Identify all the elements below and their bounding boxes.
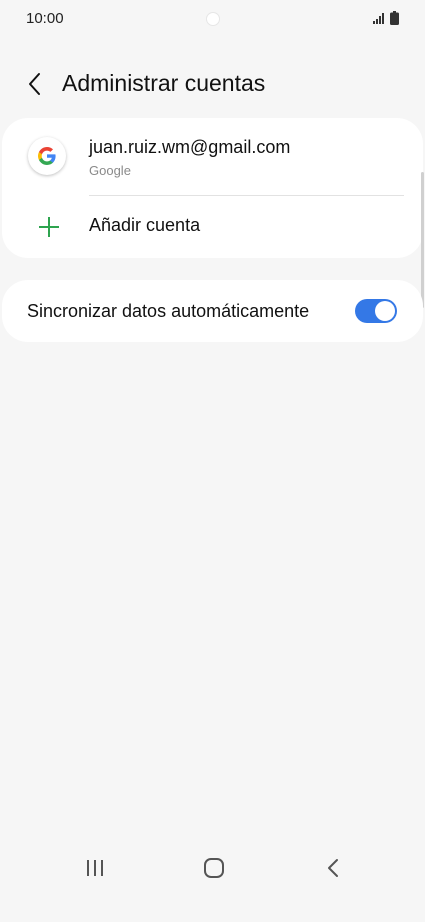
add-account-label: Añadir cuenta (89, 215, 201, 235)
home-icon[interactable] (203, 857, 225, 879)
camera-cutout (206, 12, 220, 26)
auto-sync-row[interactable]: Sincronizar datos automáticamente (2, 280, 423, 342)
scrollbar[interactable] (421, 172, 424, 308)
plus-icon (39, 217, 59, 237)
chevron-left-icon[interactable] (24, 72, 46, 96)
battery-icon (390, 11, 399, 25)
signal-icon (373, 13, 384, 24)
account-email: juan.ruiz.wm@gmail.com (89, 137, 291, 157)
accounts-card: juan.ruiz.wm@gmail.com Google Añadir cue… (2, 118, 423, 258)
app-header: Administrar cuentas (0, 62, 425, 106)
auto-sync-toggle[interactable] (355, 299, 397, 323)
screen: 10:00 Administrar cuentas juan.ruiz.wm@g… (0, 0, 425, 922)
account-row-google[interactable]: juan.ruiz.wm@gmail.com Google (2, 118, 423, 196)
toggle-knob (375, 301, 395, 321)
back-icon[interactable] (322, 857, 344, 879)
status-time: 10:00 (26, 10, 64, 27)
account-type: Google (89, 163, 131, 178)
google-logo-icon (28, 137, 66, 175)
recents-icon[interactable] (84, 858, 106, 878)
auto-sync-label: Sincronizar datos automáticamente (27, 301, 310, 321)
add-account-button[interactable]: Añadir cuenta (2, 196, 423, 258)
page-title: Administrar cuentas (62, 70, 266, 96)
navigation-bar (0, 848, 425, 888)
status-bar: 10:00 (0, 0, 425, 38)
